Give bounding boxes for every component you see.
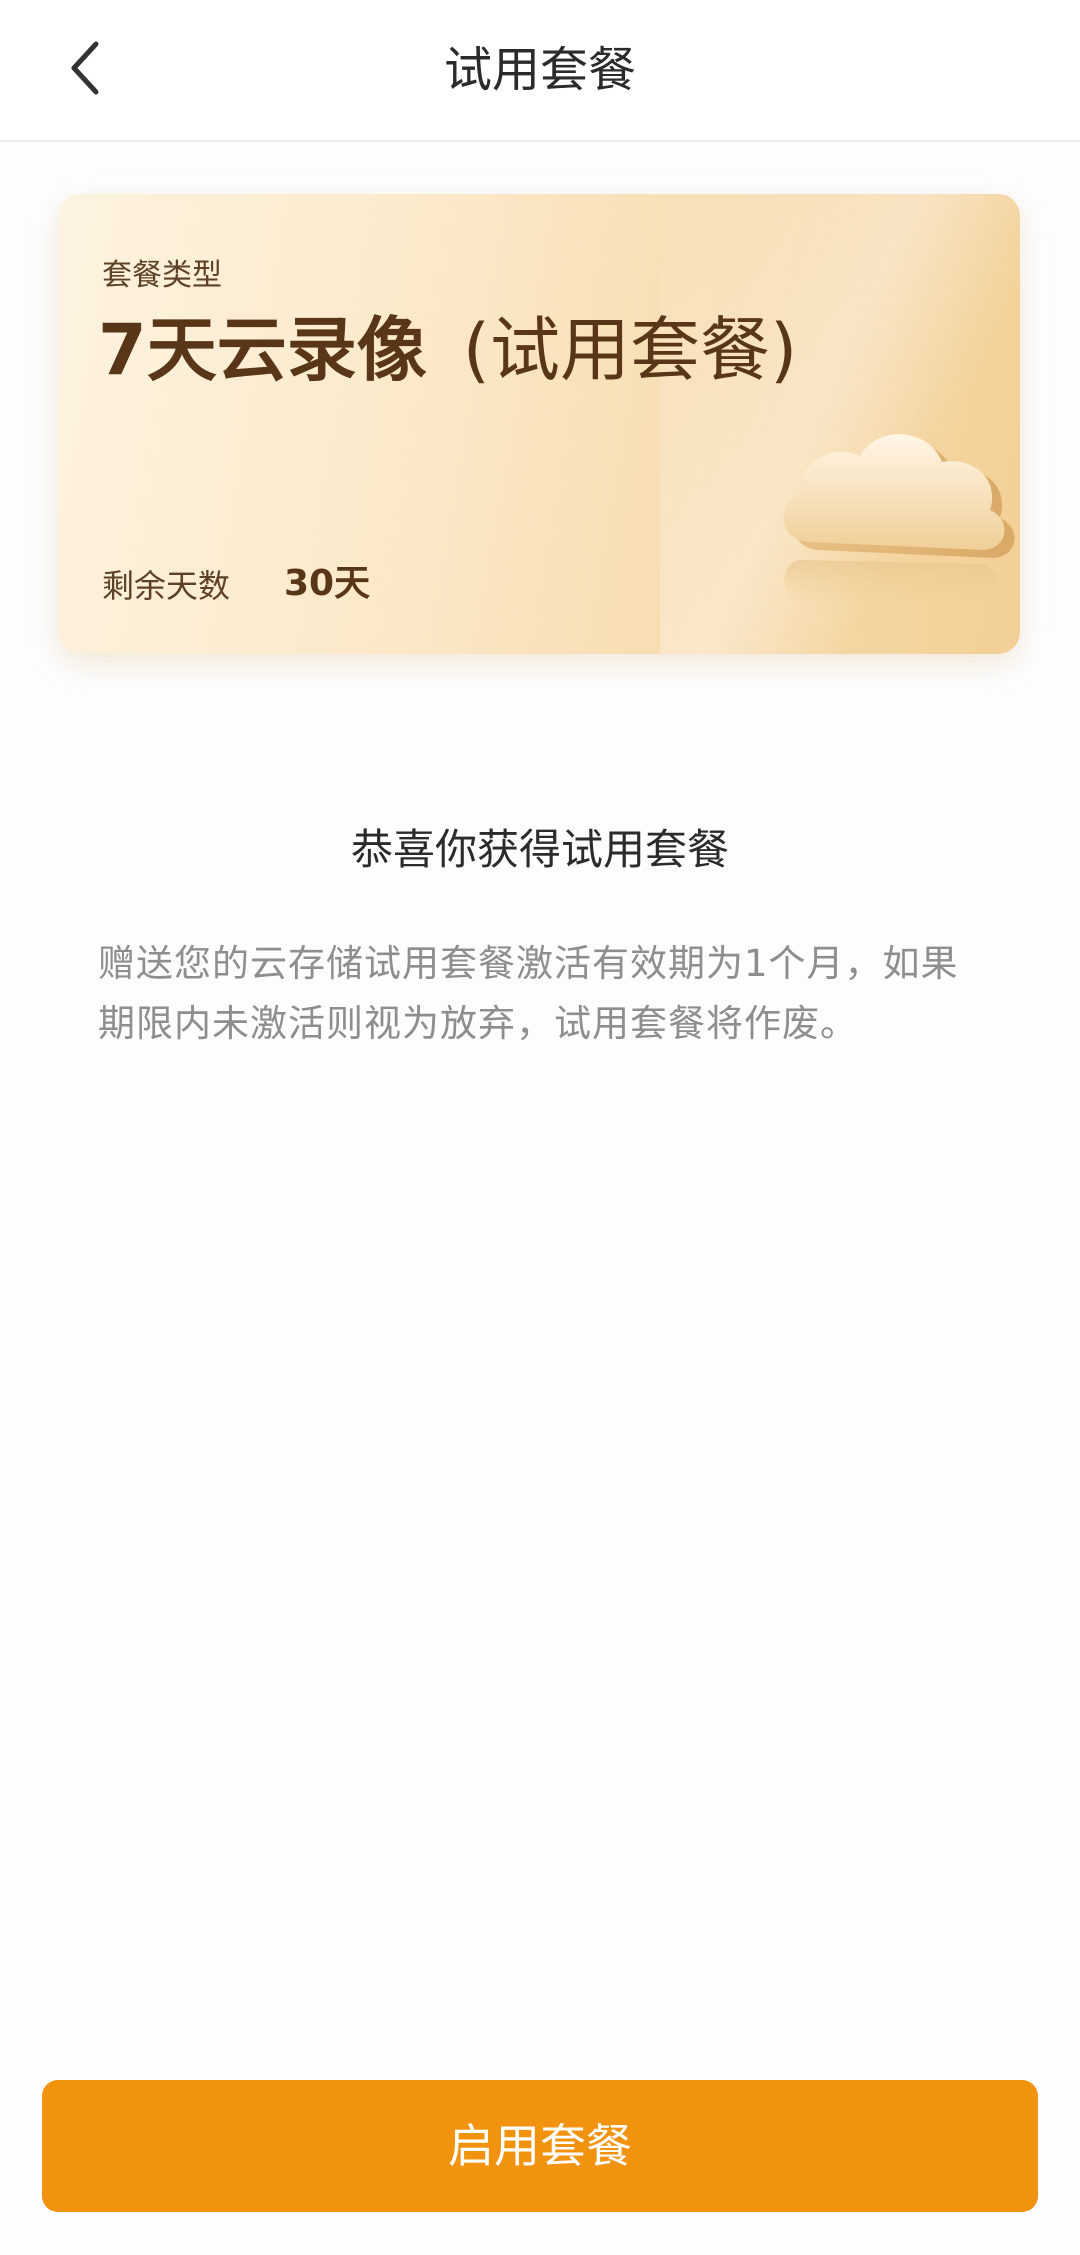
plan-card: 套餐类型 7天云录像 (试用套餐) 剩余天数 30天 [58,194,1020,654]
activate-plan-button[interactable]: 启用套餐 [42,2080,1038,2212]
top-nav-bar: 试用套餐 [0,0,1080,142]
plan-name-main: 7天云录像 [98,309,427,391]
plan-name-suffix: (试用套餐) [462,309,798,391]
trial-package-page: 试用套餐 套餐类型 7天云录像 (试用套餐) 剩余天数 30天 恭喜你获得试用套… [0,0,1080,2255]
cloud-icon [783,434,1015,606]
remaining-days-value: 30天 [284,563,371,604]
congrats-heading: 恭喜你获得试用套餐 [350,825,729,874]
plan-type-label: 套餐类型 [102,258,222,293]
remaining-days-label: 剩余天数 [102,567,231,605]
page-title: 试用套餐 [443,42,636,98]
plan-name: 7天云录像 (试用套餐) [98,304,797,396]
activation-notice: 赠送您的云存储试用套餐激活有效期为1个月，如果期限内未激活则视为放弃，试用套餐将… [98,942,959,1045]
